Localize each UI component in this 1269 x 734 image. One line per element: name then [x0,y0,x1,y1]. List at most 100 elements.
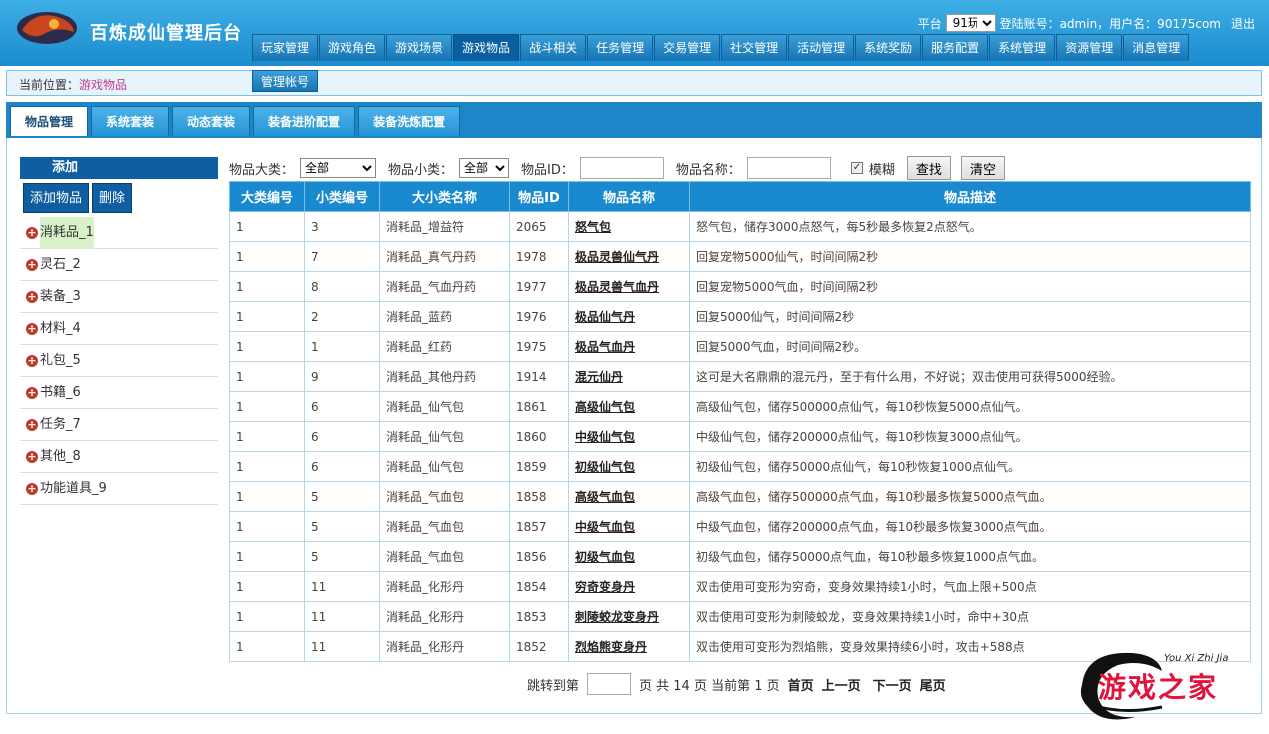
nav-tab-system[interactable]: 系统管理 [989,34,1056,61]
category-item[interactable]: + 书籍_6 [20,377,218,409]
cell-item-name-link[interactable]: 烈焰熊变身丹 [568,631,690,662]
platform-select[interactable]: 91玩 [945,14,996,32]
nav-tab-roles[interactable]: 游戏角色 [319,34,386,61]
cell-item-name-link[interactable]: 极品灵兽气血丹 [568,271,690,302]
column-header: 小类编号 [304,181,380,212]
cell-category-name: 消耗品_气血包 [379,511,510,542]
cell-description: 中级气血包，储存200000点气血，每10秒最多恢复3000点气血。 [689,511,1251,542]
category-item[interactable]: + 装备_3 [20,281,218,313]
category-item[interactable]: + 灵石_2 [20,249,218,281]
tab-system-sets[interactable]: 系统套装 [91,106,170,136]
item-id-input[interactable] [579,157,664,179]
fuzzy-checkbox[interactable]: ✓ [850,162,863,174]
sub-nav-manage-account[interactable]: 管理帐号 [252,70,319,92]
logo-icon [17,12,77,44]
cell-item-name-link[interactable]: 怒气包 [568,211,690,242]
expand-plus-icon[interactable]: + [26,482,38,495]
minor-category-select[interactable]: 全部 [459,158,510,178]
cell-minor-id: 8 [304,271,380,302]
cell-item-name-link[interactable]: 高级仙气包 [568,391,690,422]
nav-tab-items[interactable]: 游戏物品 [453,34,520,61]
nav-tab-resources[interactable]: 资源管理 [1056,34,1123,61]
add-item-button[interactable]: 添加物品 [23,183,90,213]
cell-item-name-link[interactable]: 初级仙气包 [568,451,690,482]
cell-category-name: 消耗品_红药 [379,331,510,362]
cell-item-name-link[interactable]: 极品仙气丹 [568,301,690,332]
nav-tab-events[interactable]: 活动管理 [788,34,855,61]
table-row: 1 6 消耗品_仙气包 1860 中级仙气包 中级仙气包，储存200000点仙气，每10秒… [229,421,1251,452]
next-page-link[interactable]: 下一页 [873,675,912,694]
cell-item-name-link[interactable]: 极品灵兽仙气丹 [568,241,690,272]
category-item[interactable]: + 材料_4 [20,313,218,345]
cell-description: 回复宠物5000仙气，时间间隔2秒 [689,241,1251,272]
tab-equip-advance[interactable]: 装备进阶配置 [253,106,356,136]
breadcrumb-current[interactable]: 游戏物品 [79,78,127,92]
logout-link[interactable]: 退出 [1231,15,1255,32]
category-item[interactable]: + 消耗品_1 [20,216,218,249]
cell-item-id: 1858 [509,481,569,512]
nav-tab-rewards[interactable]: 系统奖励 [855,34,922,61]
cell-minor-id: 1 [304,331,380,362]
category-label: 书籍_6 [40,384,81,400]
nav-tab-players[interactable]: 玩家管理 [252,34,319,61]
expand-plus-icon[interactable]: + [26,290,38,303]
major-category-select[interactable]: 全部 [300,158,377,178]
table-row: 1 5 消耗品_气血包 1858 高级气血包 高级气血包，储存500000点气血，每10秒… [229,481,1251,512]
expand-plus-icon[interactable]: + [26,322,38,335]
cell-item-name-link[interactable]: 高级气血包 [568,481,690,512]
first-page-link[interactable]: 首页 [788,675,814,694]
cell-item-id: 1852 [509,631,569,662]
item-name-input[interactable] [746,157,831,179]
tab-dynamic-sets[interactable]: 动态套装 [172,106,251,136]
expand-plus-icon[interactable]: + [26,354,38,367]
breadcrumb-prefix: 当前位置： [19,78,80,92]
expand-plus-icon[interactable]: + [26,386,38,399]
cell-major-id: 1 [229,241,305,272]
expand-plus-icon[interactable]: + [26,418,38,431]
cell-item-name-link[interactable]: 刺陵蛟龙变身丹 [568,601,690,632]
tab-item-management[interactable]: 物品管理 [10,106,89,136]
cell-item-name-link[interactable]: 初级气血包 [568,541,690,572]
nav-tab-messages[interactable]: 消息管理 [1123,34,1190,61]
main-nav: 玩家管理 游戏角色 游戏场景 游戏物品 战斗相关 任务管理 交易管理 社交管理 … [252,34,1190,61]
cell-major-id: 1 [229,541,305,572]
cell-item-name-link[interactable]: 中级气血包 [568,511,690,542]
cell-description: 初级仙气包，储存50000点仙气，每10秒恢复1000点仙气。 [689,451,1251,482]
cell-item-id: 1976 [509,301,569,332]
table-row: 1 11 消耗品_化形丹 1853 刺陵蛟龙变身丹 双击使用可变形为刺陵蛟龙，变身效果持续… [229,601,1251,632]
nav-tab-server-config[interactable]: 服务配置 [922,34,989,61]
category-item[interactable]: + 礼包_5 [20,345,218,377]
prev-page-link[interactable]: 上一页 [822,675,861,694]
cell-major-id: 1 [229,301,305,332]
nav-tab-trade[interactable]: 交易管理 [654,34,721,61]
tab-equip-refine[interactable]: 装备洗炼配置 [358,106,461,136]
cell-item-name-link[interactable]: 穷奇变身丹 [568,571,690,602]
expand-plus-icon[interactable]: + [26,226,38,239]
nav-tab-social[interactable]: 社交管理 [721,34,788,61]
expand-plus-icon[interactable]: + [26,258,38,271]
clear-button[interactable]: 清空 [960,156,1005,180]
cell-item-id: 1853 [509,601,569,632]
cell-category-name: 消耗品_增益符 [379,211,510,242]
nav-tab-scenes[interactable]: 游戏场景 [386,34,453,61]
delete-button[interactable]: 删除 [92,183,133,213]
cell-item-id: 1861 [509,391,569,422]
category-label: 装备_3 [40,288,81,304]
cell-description: 这可是大名鼎鼎的混元丹，至于有什么用，不好说；双击使用可获得5000经验。 [689,361,1251,392]
category-item[interactable]: + 其他_8 [20,441,218,473]
category-item[interactable]: + 任务_7 [20,409,218,441]
cell-item-name-link[interactable]: 极品气血丹 [568,331,690,362]
last-page-link[interactable]: 尾页 [920,675,946,694]
expand-plus-icon[interactable]: + [26,450,38,463]
page-jump-input[interactable] [587,673,632,695]
nav-tab-combat[interactable]: 战斗相关 [520,34,587,61]
category-item[interactable]: + 功能道具_9 [20,473,218,505]
cell-item-name-link[interactable]: 中级仙气包 [568,421,690,452]
cell-minor-id: 5 [304,541,380,572]
cell-item-id: 1857 [509,511,569,542]
nav-tab-quests[interactable]: 任务管理 [587,34,654,61]
search-button[interactable]: 查找 [906,156,951,180]
cell-major-id: 1 [229,451,305,482]
cell-item-name-link[interactable]: 混元仙丹 [568,361,690,392]
watermark-text: 游戏之家 [1098,671,1219,704]
